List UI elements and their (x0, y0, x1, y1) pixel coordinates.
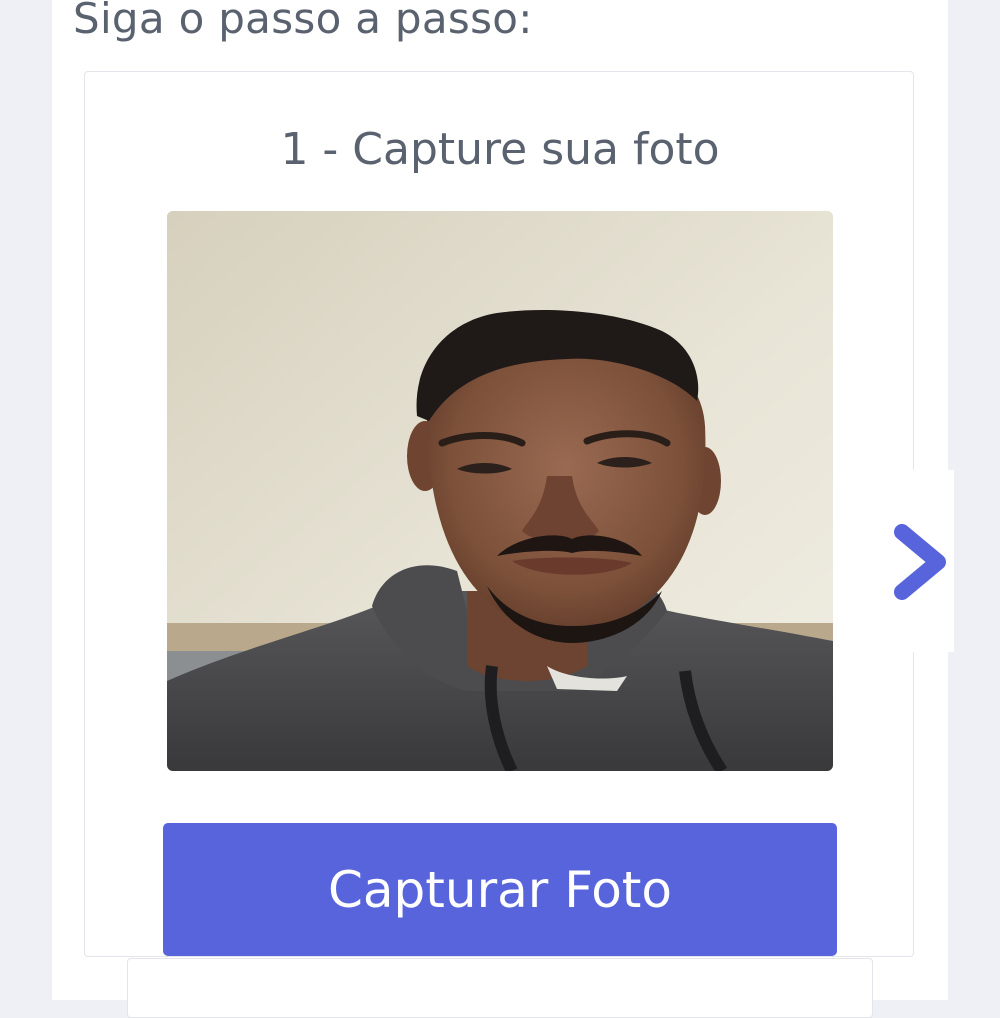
step-title: 1 - Capture sua foto (280, 124, 720, 175)
page-heading: Siga o passo a passo: (73, 0, 533, 43)
selfie-photo-drawing (167, 211, 833, 771)
capture-photo-button[interactable]: Capturar Foto (163, 823, 837, 956)
chevron-right-icon[interactable] (890, 518, 952, 606)
selfie-photo (167, 211, 833, 771)
next-step-card (127, 958, 873, 1018)
